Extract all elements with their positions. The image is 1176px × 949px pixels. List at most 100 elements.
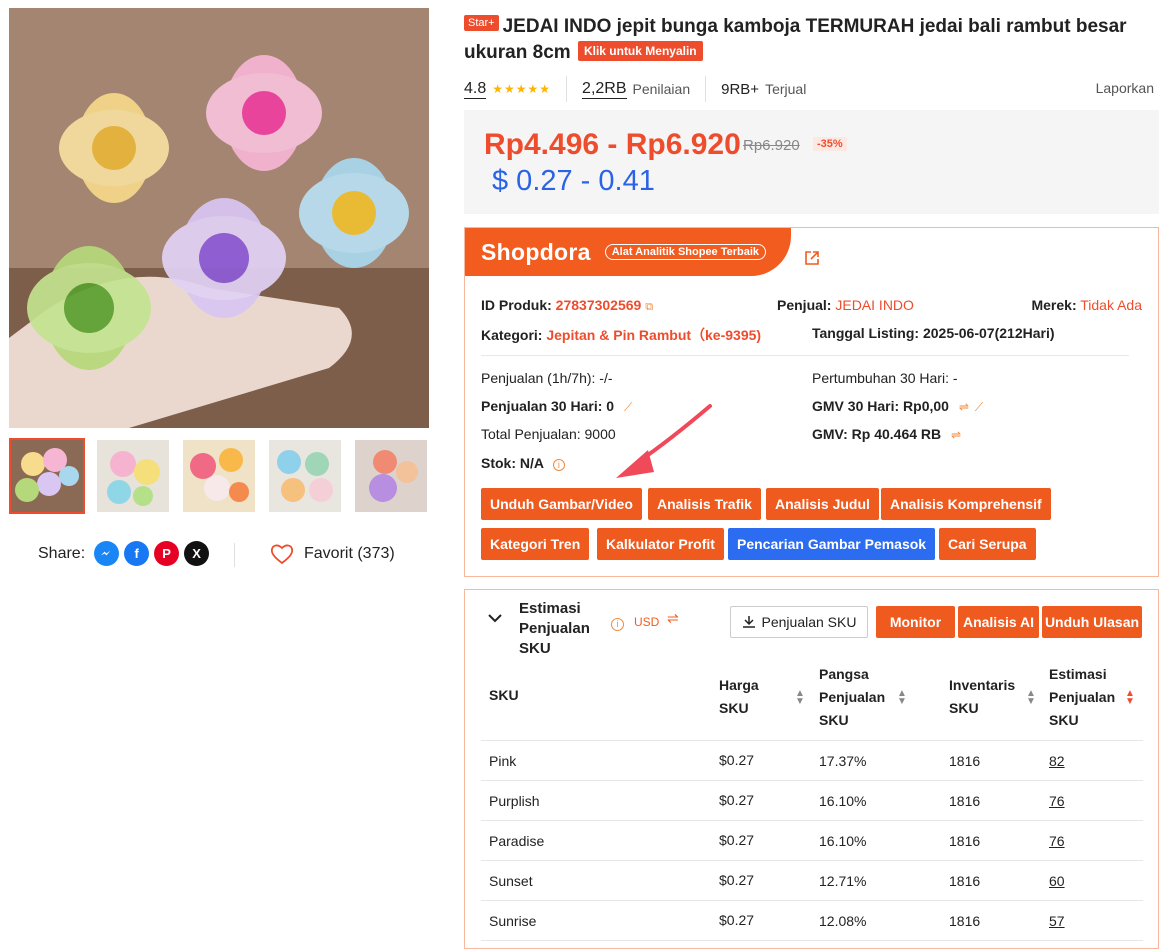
col-share[interactable]: Pangsa Penjualan SKU	[819, 663, 899, 732]
sku-sales-download-button[interactable]: Penjualan SKU	[730, 606, 868, 638]
flower-clips-photo	[9, 8, 429, 428]
ai-analysis-button[interactable]: Analisis AI	[958, 606, 1039, 638]
sku-share: 16.10%	[819, 793, 867, 809]
messenger-icon[interactable]	[94, 541, 120, 566]
sort-icon[interactable]: ▲ ▼	[1125, 689, 1135, 707]
share-bar: Share: f P X	[38, 541, 210, 566]
comprehensive-analysis-button[interactable]: Analisis Komprehensif	[881, 488, 1051, 520]
download-reviews-button[interactable]: Unduh Ulasan	[1042, 606, 1142, 638]
product-id-value[interactable]: 27837302569	[556, 297, 642, 313]
sold-label: Terjual	[765, 81, 807, 97]
thumbnail-5[interactable]	[353, 438, 429, 514]
reviews-count[interactable]: 2,2RB	[582, 80, 627, 99]
col-estimate[interactable]: Estimasi Penjualan SKU	[1049, 663, 1119, 732]
download-icon	[742, 616, 755, 628]
thumbnail-1[interactable]	[9, 438, 85, 514]
title-analysis-button[interactable]: Analisis Judul	[766, 488, 879, 520]
facebook-icon[interactable]: f	[124, 541, 150, 566]
swap-icon[interactable]: ⇌	[951, 428, 961, 442]
divider	[234, 543, 235, 567]
rating-value[interactable]: 4.8	[464, 80, 487, 99]
sku-price: $0.27	[719, 792, 755, 808]
category-row: Kategori: Jepitan & Pin Rambut（ke-9395)	[481, 325, 761, 345]
sort-icon[interactable]: ▲ ▼	[1026, 689, 1036, 707]
sku-name: Sunrise	[489, 913, 537, 929]
swap-icon[interactable]: ⇌	[959, 400, 969, 414]
profit-calculator-button[interactable]: Kalkulator Profit	[597, 528, 724, 560]
sku-estimate[interactable]: 76	[1049, 833, 1065, 849]
swap-currency-icon[interactable]: ⇌	[667, 610, 679, 627]
sku-name: Paradise	[489, 833, 545, 849]
category-trend-button[interactable]: Kategori Tren	[481, 528, 590, 560]
col-inventory[interactable]: Inventaris SKU	[949, 674, 1019, 720]
external-link-icon[interactable]	[804, 250, 820, 266]
listing-label: Tanggal Listing:	[812, 325, 920, 341]
sales-30: Penjualan 30 Hari: 0	[481, 398, 615, 414]
x-icon[interactable]: X	[184, 541, 210, 566]
favorite-button[interactable]: Favorit (373)	[270, 543, 395, 565]
col-price[interactable]: Harga SKU	[719, 674, 774, 720]
thumbnail-2[interactable]	[95, 438, 171, 514]
shopdora-panel: Shopdora Alat Analitik Shopee Terbaik ID…	[464, 227, 1159, 577]
shopdora-logo: Shopdora	[481, 238, 591, 265]
brand-value: Tidak Ada	[1080, 297, 1142, 313]
supplier-image-search-button[interactable]: Pencarian Gambar Pemasok	[728, 528, 936, 560]
currency-label: USD	[634, 615, 660, 629]
sku-price: $0.27	[719, 752, 755, 768]
report-link[interactable]: Laporkan	[1096, 80, 1154, 96]
sku-name: Purplish	[489, 793, 540, 809]
sku-name: Sunset	[489, 873, 533, 889]
sku-estimate[interactable]: 76	[1049, 793, 1065, 809]
sku-inventory: 1816	[949, 793, 981, 809]
seller-value[interactable]: JEDAI INDO	[835, 297, 914, 313]
category-value[interactable]: Jepitan & Pin Rambut（ke-9395)	[546, 327, 761, 343]
download-media-button[interactable]: Unduh Gambar/Video	[481, 488, 642, 520]
divider	[705, 76, 707, 102]
sku-title: Estimasi Penjualan SKU	[519, 600, 590, 657]
seller-label: Penjual:	[777, 297, 832, 313]
brand-label: Merek:	[1031, 297, 1077, 313]
divider	[481, 740, 1143, 741]
usd-price: $ 0.27 - 0.41	[492, 165, 655, 197]
sku-estimation-panel: Estimasi Penjualan SKU i USD ⇌ Penjualan…	[464, 589, 1159, 949]
divider	[481, 900, 1143, 901]
star-plus-badge: Star+	[464, 15, 499, 31]
divider	[481, 820, 1143, 821]
col-sku: SKU	[489, 687, 519, 703]
copy-title-button[interactable]: Klik untuk Menyalin	[577, 41, 703, 61]
sku-sales-label: Penjualan SKU	[761, 614, 857, 630]
stock: Stok: N/A	[481, 455, 544, 471]
product-main-image[interactable]	[9, 8, 429, 428]
sold-count: 9RB+	[721, 80, 760, 98]
sku-inventory: 1816	[949, 913, 981, 929]
gmv-row: GMV: Rp 40.464 RB ⇌	[812, 426, 961, 442]
chart-icon[interactable]: ⟋	[975, 400, 983, 414]
annotation-arrow-icon	[616, 404, 712, 478]
sku-estimate[interactable]: 57	[1049, 913, 1065, 929]
thumbnail-3[interactable]	[181, 438, 257, 514]
price-range: Rp4.496 - Rp6.920	[484, 128, 741, 161]
traffic-analysis-button[interactable]: Analisis Trafik	[648, 488, 761, 520]
divider	[481, 780, 1143, 781]
pinterest-icon[interactable]: P	[154, 541, 180, 566]
thumbnail-4[interactable]	[267, 438, 343, 514]
rating-stars-icon: ★★★★★	[492, 82, 552, 96]
shopdora-header: Shopdora Alat Analitik Shopee Terbaik	[465, 228, 791, 276]
chevron-down-icon[interactable]	[487, 612, 503, 624]
stock-row: Stok: N/A i	[481, 455, 565, 471]
sku-estimate[interactable]: 60	[1049, 873, 1065, 889]
info-icon[interactable]: i	[552, 459, 565, 471]
sku-inventory: 1816	[949, 873, 981, 889]
sku-estimate[interactable]: 82	[1049, 753, 1065, 769]
sort-icon[interactable]: ▲ ▼	[795, 689, 805, 707]
sku-name: Pink	[489, 753, 517, 769]
brand-row: Merek: Tidak Ada	[1031, 297, 1142, 313]
copy-icon[interactable]: ⧉	[645, 301, 653, 313]
sku-share: 12.71%	[819, 873, 867, 889]
find-similar-button[interactable]: Cari Serupa	[939, 528, 1036, 560]
info-icon[interactable]: i	[611, 618, 624, 631]
divider	[481, 355, 1129, 356]
gmv: GMV: Rp 40.464 RB	[812, 426, 942, 442]
monitor-button[interactable]: Monitor	[876, 606, 955, 638]
sort-icon[interactable]: ▲ ▼	[897, 689, 907, 707]
